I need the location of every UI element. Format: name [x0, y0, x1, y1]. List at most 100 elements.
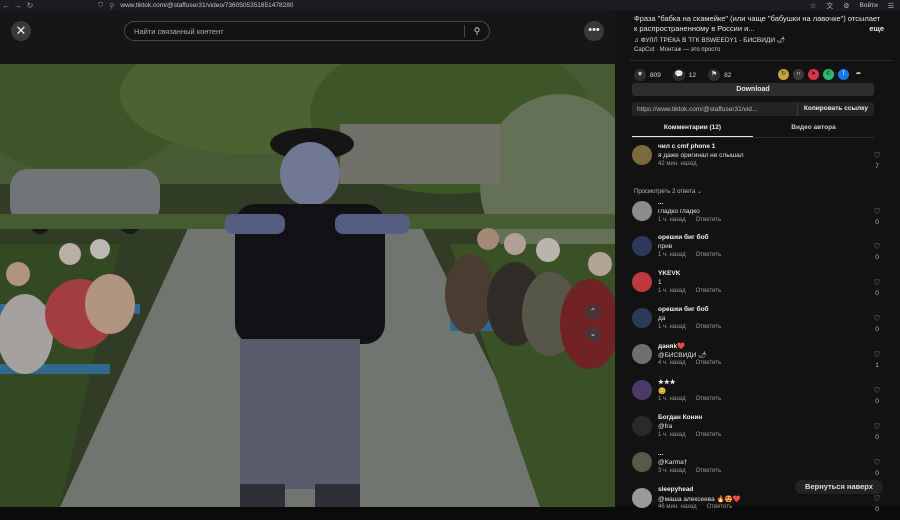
- view-replies-link[interactable]: Просмотреть 2 ответа ⌄: [634, 188, 702, 195]
- comment-author[interactable]: sleepyhead: [658, 486, 693, 493]
- chevron-down-icon: ⌄: [589, 329, 597, 338]
- save-stat[interactable]: ⚑ 82: [708, 69, 731, 81]
- translate-icon[interactable]: 文: [826, 1, 833, 11]
- comment-like-count: 0: [875, 254, 879, 261]
- comment-like-count: 0: [875, 290, 879, 297]
- embed-icon[interactable]: ‹›: [793, 69, 804, 80]
- comment-text: @БИСВИДИ 🌶: [658, 352, 707, 359]
- avatar[interactable]: [632, 416, 652, 436]
- prev-video-button[interactable]: ⌃: [585, 304, 601, 320]
- more-link[interactable]: еще: [869, 24, 884, 34]
- heart-icon[interactable]: ♡: [872, 422, 882, 431]
- avatar[interactable]: [632, 201, 652, 221]
- copy-link-button[interactable]: Копировать ссылку: [796, 102, 874, 116]
- more-icon: •••: [588, 24, 600, 36]
- comment-meta: 1 ч. назад Ответить: [658, 324, 721, 330]
- url-bar-icons: ⛉ ⚲: [98, 2, 114, 10]
- download-button[interactable]: Download: [632, 83, 874, 96]
- comment-author[interactable]: орешки биг боб: [658, 306, 709, 313]
- comment-author[interactable]: ...: [658, 450, 663, 457]
- extensions-icon[interactable]: ⚙: [843, 2, 849, 10]
- comment-time: 42 мин. назад: [658, 161, 697, 167]
- tab-comments[interactable]: Комментарии (12): [632, 121, 753, 137]
- reply-link[interactable]: Ответить: [696, 360, 722, 366]
- avatar[interactable]: [632, 380, 652, 400]
- reply-link[interactable]: Ответить: [696, 396, 722, 402]
- reply-link[interactable]: Ответить: [696, 324, 722, 330]
- avatar[interactable]: [632, 344, 652, 364]
- comment-meta: 1 ч. назад Ответить: [658, 288, 721, 294]
- heart-icon[interactable]: ♡: [872, 314, 882, 323]
- star-icon[interactable]: ☆: [810, 2, 816, 10]
- capcut-link[interactable]: CapCut · Монтаж — это просто: [634, 47, 720, 53]
- video-link[interactable]: https://www.tiktok.com/@staffuser31/vid.…: [632, 106, 797, 113]
- comment-item: ★★★ 😊 1 ч. назад Ответить ♡ 0: [630, 378, 892, 412]
- reply-link[interactable]: Ответить: [696, 432, 722, 438]
- comment-time: 1 ч. назад: [658, 288, 686, 294]
- heart-icon[interactable]: ♡: [872, 207, 882, 216]
- search-input[interactable]: [125, 26, 464, 36]
- comment-text: @Karma†: [658, 459, 688, 466]
- signin-link[interactable]: Войти: [860, 2, 878, 9]
- facebook-icon[interactable]: f: [838, 69, 849, 80]
- heart-icon[interactable]: ♡: [872, 458, 882, 467]
- menu-icon[interactable]: ☰: [888, 2, 894, 10]
- comment-like-count: 0: [875, 506, 879, 513]
- reply-link[interactable]: Ответить: [696, 217, 722, 223]
- avatar[interactable]: [632, 272, 652, 292]
- comment-author[interactable]: ★★★: [658, 378, 675, 386]
- comment-like-count: 7: [875, 163, 879, 170]
- comment-item: орешки биг боб прив 1 ч. назад Ответить ♡…: [630, 234, 892, 268]
- heart-icon[interactable]: ♡: [872, 386, 882, 395]
- reply-link[interactable]: Ответить: [696, 252, 722, 258]
- back-to-top-button[interactable]: Вернуться наверх: [795, 480, 883, 494]
- address-bar[interactable]: www.tiktok.com/@staffuser31/video/736050…: [120, 2, 293, 9]
- back-icon[interactable]: ←: [0, 0, 12, 11]
- send-icon[interactable]: ➤: [808, 69, 819, 80]
- reload-icon[interactable]: ↻: [24, 0, 36, 11]
- comment-item: орешки биг боб да 1 ч. назад Ответить ♡ 0: [630, 306, 892, 340]
- close-button[interactable]: ✕: [11, 21, 31, 41]
- avatar[interactable]: [632, 145, 652, 165]
- comment-item: ... гладко гладко 1 ч. назад Ответить ♡ 0: [630, 199, 892, 233]
- site-info-icon[interactable]: ⚲: [109, 2, 114, 10]
- whatsapp-icon[interactable]: ✆: [823, 69, 834, 80]
- comment-time: 1 ч. назад: [658, 217, 686, 223]
- repost-icon[interactable]: ↻: [778, 69, 789, 80]
- heart-icon[interactable]: ♡: [872, 350, 882, 359]
- comment-text: я даже оригинал не слышал: [658, 152, 744, 159]
- heart-icon[interactable]: ♡: [872, 494, 882, 503]
- tab-author-videos[interactable]: Видео автора: [753, 121, 874, 137]
- more-options-button[interactable]: •••: [584, 21, 604, 41]
- video-player[interactable]: ⌃ ⌄: [0, 64, 615, 507]
- avatar[interactable]: [632, 452, 652, 472]
- heart-icon[interactable]: ♡: [872, 151, 882, 160]
- avatar[interactable]: [632, 236, 652, 256]
- like-stat[interactable]: ♥ 809: [634, 69, 661, 81]
- comment-item: даняk❤️ @БИСВИДИ 🌶 4 ч. назад Ответить ♡ …: [630, 342, 892, 376]
- forward-icon[interactable]: →: [12, 0, 24, 11]
- comment-author[interactable]: орешки биг боб: [658, 234, 709, 241]
- comment-author[interactable]: YKEVK: [658, 270, 680, 277]
- heart-icon[interactable]: ♡: [872, 278, 882, 287]
- search-icon[interactable]: ⚲: [465, 26, 489, 37]
- comment-time: 1 ч. назад: [658, 396, 686, 402]
- heart-icon: ♥: [634, 69, 646, 81]
- comment-author[interactable]: чил с cmf phone 1: [658, 143, 715, 150]
- comment-stat[interactable]: 💬 12: [672, 69, 696, 81]
- reply-link[interactable]: Ответить: [696, 468, 722, 474]
- heart-icon[interactable]: ♡: [872, 242, 882, 251]
- video-description: Фраза "бабка на скамейке" (или чаще "баб…: [634, 14, 884, 34]
- comment-author[interactable]: даняk❤️: [658, 342, 685, 350]
- comment-author[interactable]: Богдан Конин: [658, 414, 702, 421]
- shield-icon[interactable]: ⛉: [98, 2, 103, 10]
- reply-link[interactable]: Ответить: [707, 504, 733, 510]
- music-link[interactable]: ♫ ФУЛЛ ТРЕКА В ТГК BSWEEDY1 - БИСВИДИ 🌶: [634, 36, 785, 44]
- reply-link[interactable]: Ответить: [696, 288, 722, 294]
- comment-author[interactable]: ...: [658, 199, 663, 206]
- avatar[interactable]: [632, 308, 652, 328]
- next-video-button[interactable]: ⌄: [585, 326, 601, 342]
- avatar[interactable]: [632, 488, 652, 508]
- comment-like-count: 1: [875, 362, 879, 369]
- share-arrow-icon[interactable]: ➦: [853, 69, 864, 80]
